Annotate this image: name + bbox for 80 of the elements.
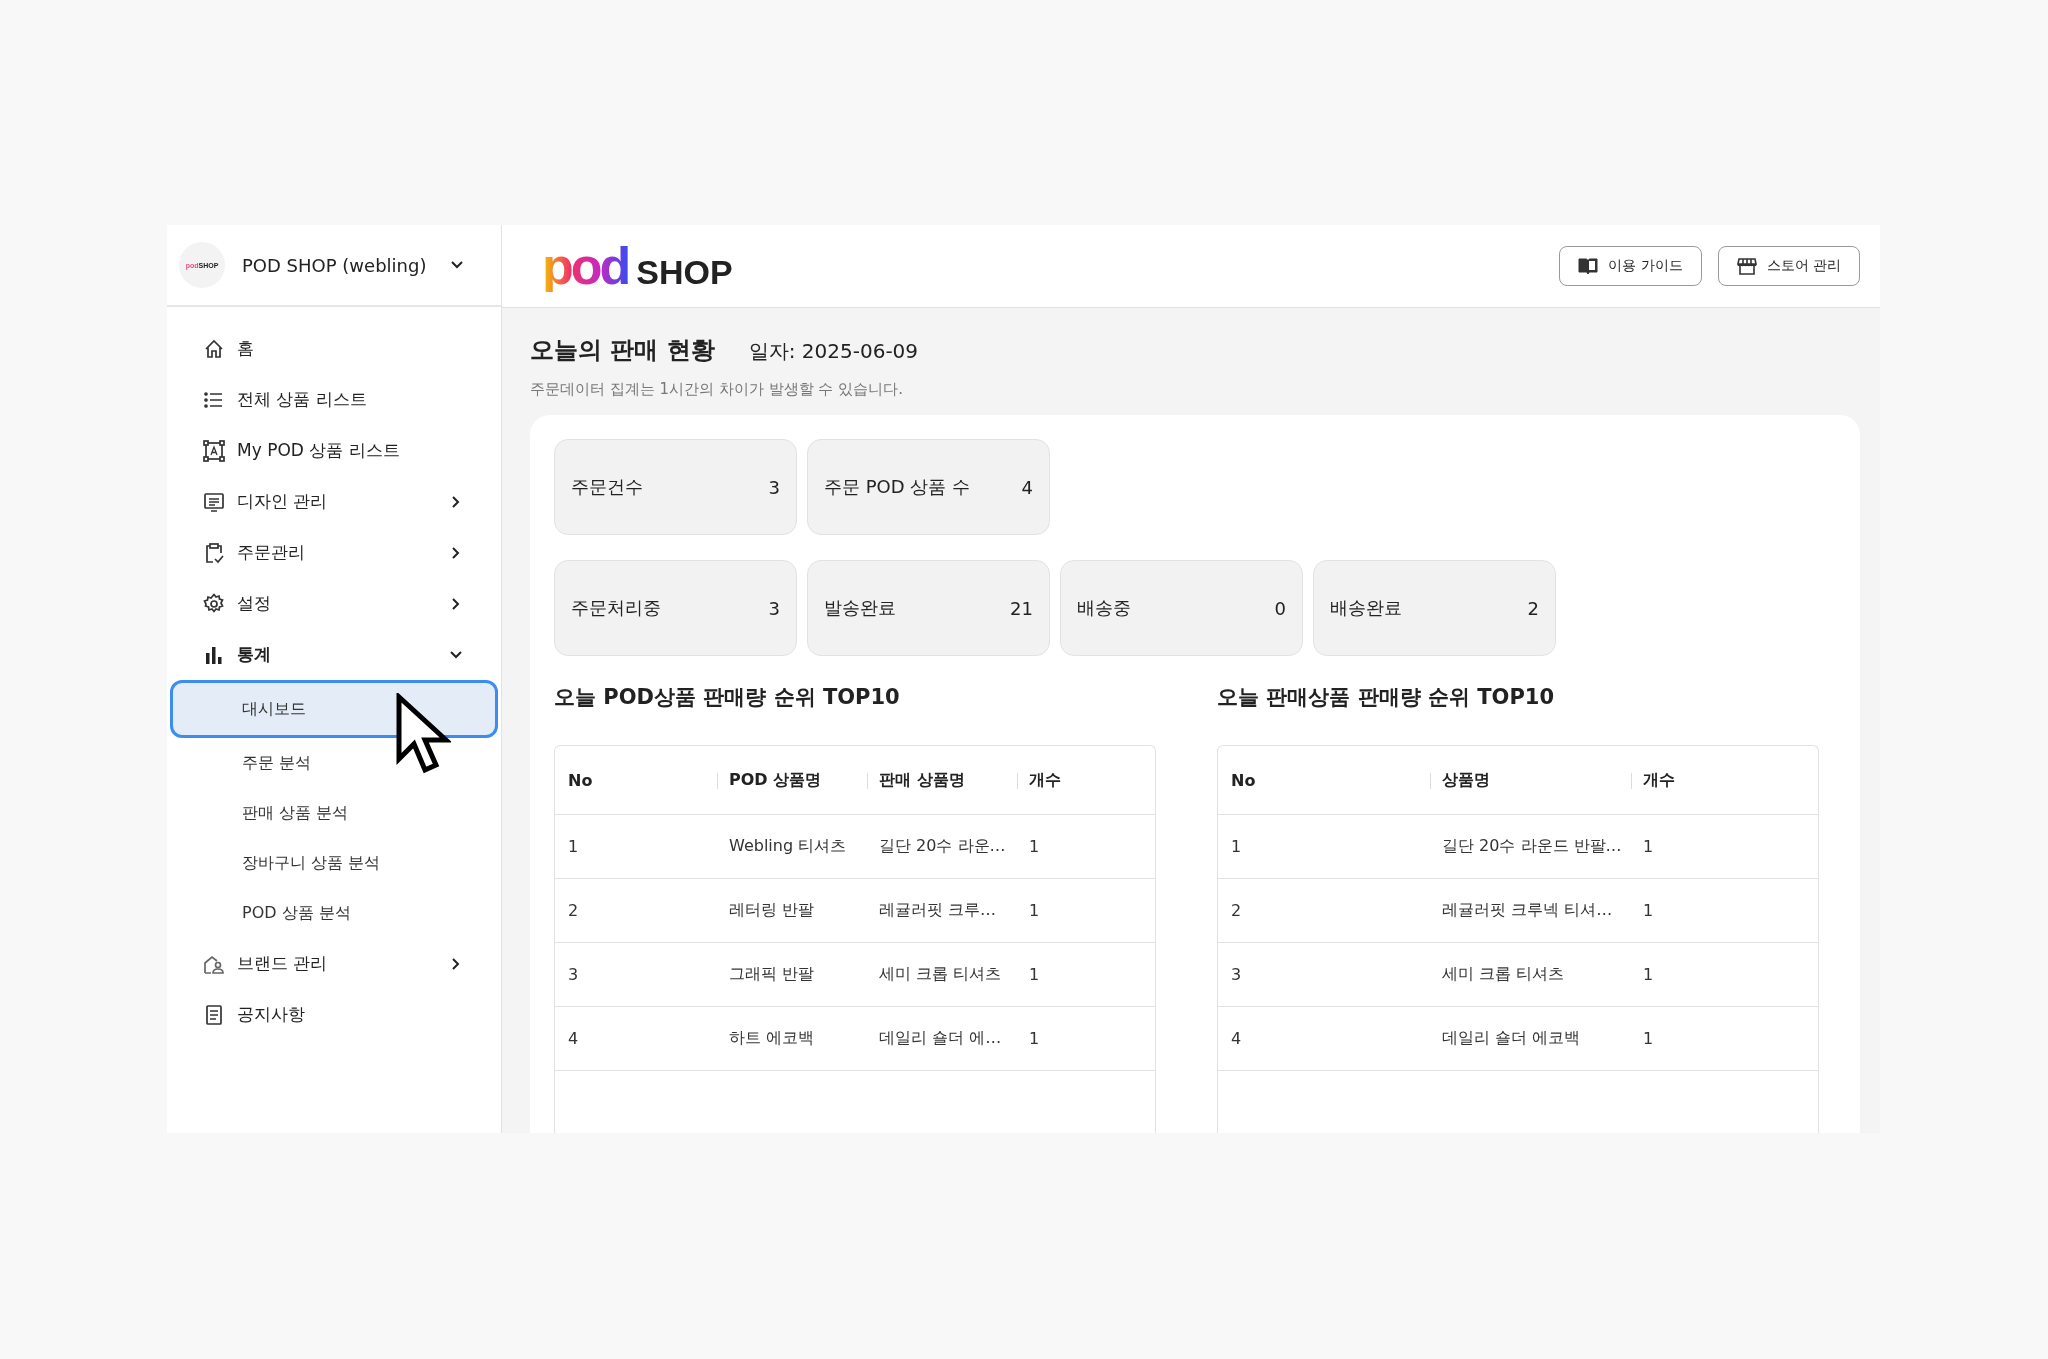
nav-subitem[interactable]: 장바구니 상품 분석 [170,838,498,888]
frame-icon [203,439,225,462]
nav-subitem[interactable]: POD 상품 분석 [170,888,498,938]
home-icon [203,337,225,360]
stat-label: 주문건수 [571,475,643,499]
nav-item[interactable]: 통계 [167,629,501,680]
stat-value: 4 [1021,476,1033,498]
doc-icon [203,1003,225,1026]
guide-button[interactable]: 이용 가이드 [1559,246,1702,286]
table-cell-text: 세미 크롭 티셔츠 [878,964,1002,985]
stat-value: 3 [768,476,780,498]
column-header: No [1230,770,1256,790]
column-header: 개수 [1631,769,1675,791]
storefront-icon [1736,257,1757,275]
table-cell-text: 3 [1230,965,1242,984]
stat-value: 3 [768,597,780,619]
table-cell-text: 레귤러핏 크루… [878,900,997,921]
nav-item[interactable]: 홈 [167,323,501,374]
stat-label: 주문 POD 상품 수 [824,475,971,499]
table-cell-text: 2 [567,901,579,920]
stat-value: 21 [1010,597,1033,619]
table-cell-text: 4 [1230,1029,1242,1048]
table-cell-text: 1 [1028,1029,1040,1048]
table-cell-text: 1 [1642,837,1654,856]
table-cell-text: 1 [1028,901,1040,920]
store-button[interactable]: 스토어 관리 [1717,246,1860,286]
nav-item[interactable]: 브랜드 관리 [167,938,501,989]
table-cell-text: 하트 에코백 [728,1028,815,1049]
table-cell-text: 1 [1230,837,1242,856]
nav-item[interactable]: 설정 [167,578,501,629]
table-title: 오늘 판매상품 판매량 순위 TOP10 [1217,684,1556,711]
table-cell-text: 4 [567,1029,579,1048]
nav-subitem[interactable]: 대시보드 [170,680,498,738]
column-header: 상품명 [1430,769,1490,791]
mouse-pointer-icon [395,693,451,775]
nav-item[interactable]: My POD 상품 리스트 [167,425,501,476]
table-cell-text: 1 [1642,1029,1654,1048]
stat-label: 주문처리중 [571,596,661,620]
table-cell-text: 레귤러핏 크루넥 티셔… [1441,900,1613,921]
column-header: 개수 [1017,769,1061,791]
table-cell-text: 2 [1230,901,1242,920]
shop-logo: pod SHOP [542,240,733,292]
stat-value: 2 [1527,597,1539,619]
table-cell-text: 3 [567,965,579,984]
stat-label: 배송중 [1077,596,1131,620]
column-header: 판매 상품명 [867,769,965,791]
table-title: 오늘 POD상품 판매량 순위 TOP10 [554,684,901,711]
nav-subitem[interactable]: 판매 상품 분석 [170,788,498,838]
table-cell-text: 1 [1642,901,1654,920]
stat-label: 배송완료 [1330,596,1402,620]
data-note: 주문데이터 집계는 1시간의 차이가 발생할 수 있습니다. [530,380,904,399]
table-cell-text: 길단 20수 라운드 반팔… [1441,836,1622,857]
column-header: No [567,770,593,790]
table-cell-text: 1 [567,837,579,856]
table-cell-text: 1 [1642,965,1654,984]
table-cell-text: 길단 20수 라운… [878,836,1006,857]
nav-item[interactable]: 공지사항 [167,989,501,1040]
chevron-down-icon[interactable] [450,260,464,270]
nav-item[interactable]: 주문관리 [167,527,501,578]
stat-value: 0 [1274,597,1286,619]
table-cell-text: 1 [1028,837,1040,856]
table-cell-text: 세미 크롭 티셔츠 [1441,964,1565,985]
shop-name[interactable]: POD SHOP (webling) [242,254,427,276]
stat-label: 발송완료 [824,596,896,620]
nav-item[interactable]: 디자인 관리 [167,476,501,527]
monitor-icon [203,490,225,513]
table-cell-text: Webling 티셔츠 [728,836,847,857]
clipboard-icon [203,541,225,564]
table-cell-text: 1 [1028,965,1040,984]
table-cell-text: 데일리 숄더 에코백 [1441,1028,1581,1049]
nav-item[interactable]: 전체 상품 리스트 [167,374,501,425]
report-date: 일자: 2025-06-09 [748,338,919,365]
nav-subitem[interactable]: 주문 분석 [170,738,498,788]
table-cell-text: 데일리 숄더 에… [878,1028,1002,1049]
table-cell-text: 그래픽 반팔 [728,964,815,985]
book-icon [1578,257,1599,275]
page-title: 오늘의 판매 현황 [530,335,715,366]
table-cell-text: 레터링 반팔 [728,900,815,921]
column-header: POD 상품명 [717,769,822,791]
settings-icon [203,592,225,615]
